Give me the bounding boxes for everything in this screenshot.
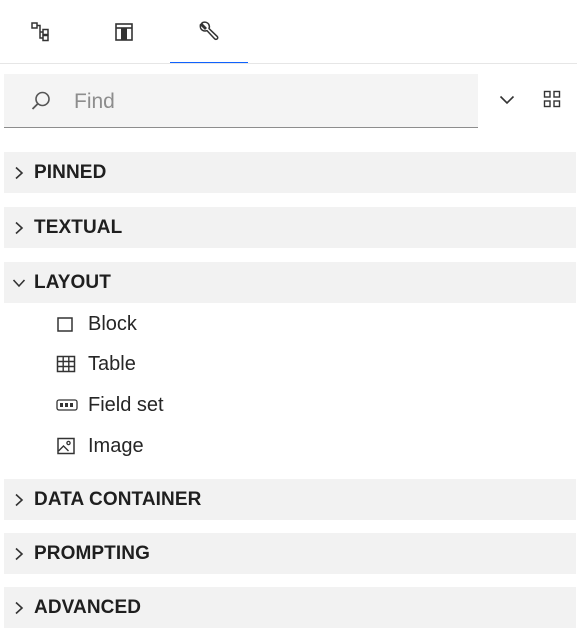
list-item-field-set[interactable]: Field set (56, 389, 164, 421)
view-toggle-button[interactable] (539, 88, 565, 114)
tab-layout[interactable] (88, 0, 160, 64)
list-item-image[interactable]: Image (56, 430, 144, 462)
item-label: Field set (88, 393, 164, 416)
tab-data-tree[interactable] (5, 0, 77, 64)
chevron-right-icon (4, 493, 34, 507)
item-label: Table (88, 352, 136, 375)
image-icon (56, 436, 88, 456)
section-textual[interactable]: TEXTUAL (4, 207, 576, 248)
section-prompting[interactable]: PROMPTING (4, 533, 576, 574)
section-label: ADVANCED (34, 596, 142, 618)
chevron-right-icon (4, 601, 34, 615)
section-pinned[interactable]: PINNED (4, 152, 576, 193)
data-tree-icon (30, 21, 52, 43)
chevron-right-icon (4, 221, 34, 235)
list-item-block[interactable]: Block (56, 308, 137, 340)
search-box (4, 74, 478, 128)
chevron-down-icon (499, 92, 515, 110)
wrench-icon (197, 20, 221, 44)
section-label: DATA CONTAINER (34, 488, 202, 510)
item-label: Block (88, 312, 137, 335)
field-set-icon (56, 398, 88, 412)
chevron-down-icon (4, 278, 34, 288)
section-label: PINNED (34, 161, 107, 183)
layout-panel-icon (113, 21, 135, 43)
search-input[interactable] (72, 86, 466, 118)
tab-toolbox[interactable] (170, 0, 248, 64)
grid-view-icon (543, 90, 561, 113)
list-item-table[interactable]: Table (56, 348, 136, 380)
table-icon (56, 354, 88, 374)
chevron-right-icon (4, 547, 34, 561)
tab-divider (0, 63, 577, 64)
item-label: Image (88, 434, 144, 457)
section-label: TEXTUAL (34, 216, 123, 238)
panel-tab-bar (0, 0, 577, 64)
section-label: LAYOUT (34, 271, 111, 293)
section-layout[interactable]: LAYOUT (4, 262, 576, 303)
section-advanced[interactable]: ADVANCED (4, 587, 576, 628)
expand-collapse-button[interactable] (494, 88, 520, 114)
block-icon (56, 315, 88, 333)
chevron-right-icon (4, 166, 34, 180)
section-data-container[interactable]: DATA CONTAINER (4, 479, 576, 520)
section-label: PROMPTING (34, 542, 150, 564)
search-icon (30, 90, 52, 117)
